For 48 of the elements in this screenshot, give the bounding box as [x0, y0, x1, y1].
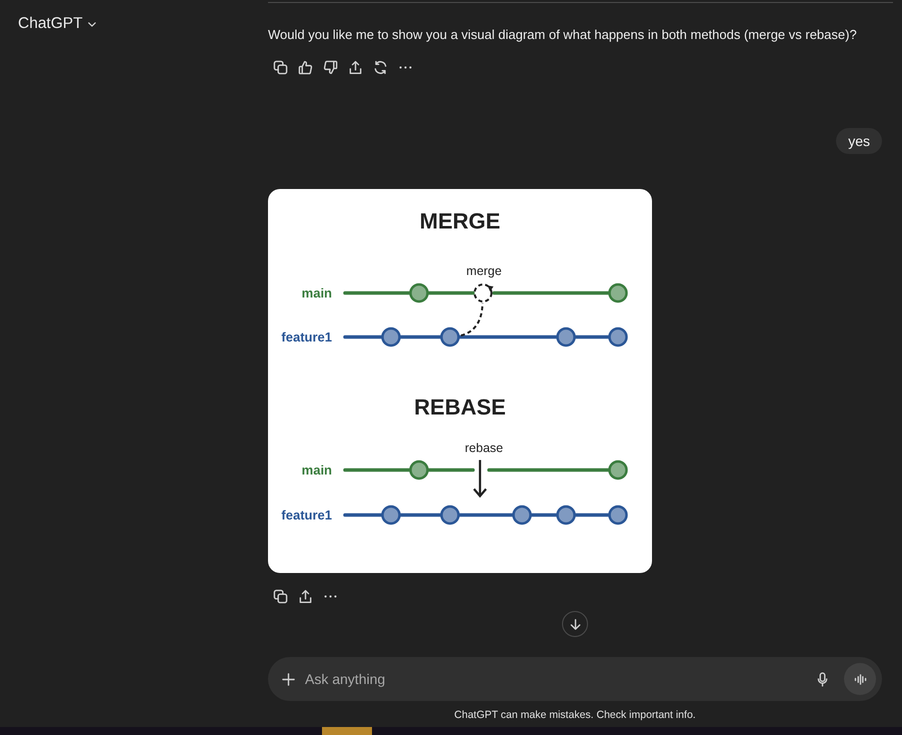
arrow-down-icon	[568, 618, 582, 630]
more-icon	[324, 594, 336, 598]
voice-mode-button[interactable]	[844, 663, 876, 695]
scroll-down-button[interactable]	[562, 611, 588, 637]
dashed-connector	[460, 302, 484, 336]
copy-icon	[272, 588, 288, 604]
commit-node	[608, 327, 628, 347]
thumbs-down-icon	[322, 60, 338, 74]
commit-node	[608, 460, 628, 480]
commit-node	[556, 327, 576, 347]
plus-icon	[282, 672, 295, 686]
copy-icon	[272, 60, 288, 74]
commit-node	[440, 327, 460, 347]
commit-node	[381, 505, 401, 525]
thumbs-up-icon	[298, 60, 312, 74]
commit-node	[440, 505, 460, 525]
microphone-icon	[817, 672, 828, 686]
more-icon	[398, 66, 412, 68]
message-composer-field[interactable]: Ask anything	[268, 657, 882, 701]
chevron-down-icon	[88, 22, 96, 26]
model-switcher-button[interactable]: ChatGPT	[12, 12, 102, 36]
commit-node	[409, 460, 429, 480]
message-input[interactable]: Ask anything	[303, 667, 809, 691]
branch-label: feature1	[281, 508, 332, 522]
waveform-icon	[854, 674, 866, 684]
branch-label: feature1	[281, 330, 332, 344]
action-label: rebase	[464, 441, 504, 455]
commit-node	[409, 283, 429, 303]
commit-node	[556, 505, 576, 525]
action-label: merge	[466, 264, 502, 278]
assistant-message: Would you like me to show you a visual diagram of what happens in both methods (merge vs rebase)?	[268, 26, 857, 44]
commit-node	[381, 327, 401, 347]
add-button[interactable]	[282, 672, 295, 686]
diagram-title: REBASE	[414, 394, 506, 420]
merge-marker	[474, 284, 494, 302]
share-icon	[298, 588, 312, 604]
refresh-icon	[372, 60, 388, 74]
disclaimer-text: ChatGPT can make mistakes. Check important info.	[453, 708, 697, 723]
down-arrow	[473, 460, 487, 498]
branch-label: main	[302, 286, 332, 300]
microphone-button[interactable]	[817, 672, 828, 686]
commit-node	[608, 505, 628, 525]
user-message-bubble: yes	[836, 128, 882, 154]
commit-node	[608, 283, 628, 303]
branch-label: main	[302, 462, 332, 478]
diagram-title: MERGE	[420, 208, 500, 234]
share-icon	[348, 60, 362, 74]
commit-node	[512, 505, 532, 525]
